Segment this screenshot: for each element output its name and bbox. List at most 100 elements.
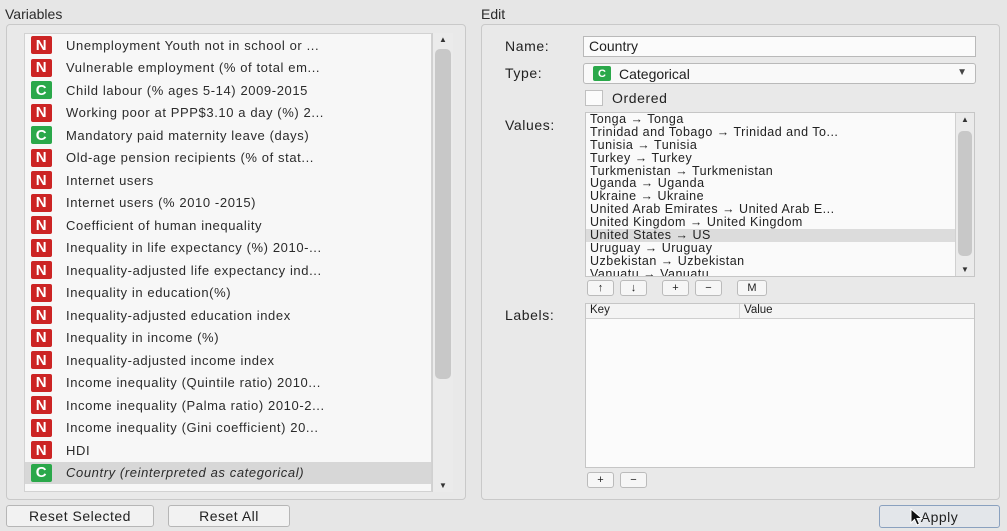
categorical-badge-icon: C xyxy=(31,126,52,145)
variable-label: Vulnerable employment (% of total em... xyxy=(66,60,321,76)
numeric-badge-icon: N xyxy=(31,418,52,437)
variable-label: Mandatory paid maternity leave (days) xyxy=(66,127,310,143)
remove-label-button[interactable]: − xyxy=(620,472,647,488)
categorical-badge-icon: C xyxy=(593,66,611,81)
value-row[interactable]: Vanuatu → Vanuatu xyxy=(586,267,974,276)
scroll-up-arrow-icon[interactable]: ▲ xyxy=(433,35,453,44)
variable-row[interactable]: N Unemployment Youth not in school or ... xyxy=(25,34,431,57)
add-label-button[interactable]: + xyxy=(587,472,614,488)
variables-list[interactable]: N Unemployment Youth not in school or ...… xyxy=(24,33,432,492)
value-row[interactable]: Uzbekistan → Uzbekistan xyxy=(586,254,974,268)
variable-label: Inequality in life expectancy (%) 2010-.… xyxy=(66,240,322,256)
categorical-badge-icon: C xyxy=(31,463,52,482)
value-column-header[interactable]: Value xyxy=(740,304,974,318)
chevron-down-icon: ▼ xyxy=(957,67,967,78)
variable-row[interactable]: N Coefficient of human inequality xyxy=(25,214,431,237)
value-row[interactable]: Trinidad and Tobago → Trinidad and To... xyxy=(586,125,974,139)
variable-label: Child labour (% ages 5-14) 2009-2015 xyxy=(66,82,309,98)
variable-row[interactable]: N Old-age pension recipients (% of stat..… xyxy=(25,147,431,170)
scroll-down-arrow-icon[interactable]: ▼ xyxy=(433,481,453,490)
edit-section-title: Edit xyxy=(481,6,506,22)
labels-table[interactable]: Key Value xyxy=(585,303,975,468)
ordered-checkbox[interactable] xyxy=(585,90,603,106)
variable-label: HDI xyxy=(66,442,91,458)
variable-label: Working poor at PPP$3.10 a day (%) 2... xyxy=(66,105,325,121)
variable-label: Unemployment Youth not in school or ... xyxy=(66,37,320,53)
variable-row[interactable]: C Country (reinterpreted as categorical) xyxy=(25,461,431,484)
add-value-button[interactable]: + xyxy=(662,280,689,296)
variable-label: Internet users (% 2010 -2015) xyxy=(66,195,257,211)
variable-row[interactable]: N Vulnerable employment (% of total em... xyxy=(25,57,431,80)
numeric-badge-icon: N xyxy=(31,216,52,235)
type-value: Categorical xyxy=(619,65,690,82)
numeric-badge-icon: N xyxy=(31,373,52,392)
variable-row[interactable]: N Income inequality (Quintile ratio) 2010… xyxy=(25,372,431,395)
variable-label: Old-age pension recipients (% of stat... xyxy=(66,150,315,166)
variable-row[interactable]: N Inequality-adjusted income index xyxy=(25,349,431,372)
value-row[interactable]: Uruguay → Uruguay xyxy=(586,241,974,255)
value-row[interactable]: Turkey → Turkey xyxy=(586,151,974,165)
apply-button[interactable]: Apply xyxy=(879,505,1000,528)
reset-selected-button[interactable]: Reset Selected xyxy=(6,505,154,527)
numeric-badge-icon: N xyxy=(31,171,52,190)
variable-label: Income inequality (Palma ratio) 2010-2..… xyxy=(66,397,325,413)
numeric-badge-icon: N xyxy=(31,328,52,347)
variables-scrollbar[interactable]: ▲ ▼ xyxy=(432,33,453,492)
type-label: Type: xyxy=(505,65,543,81)
variable-label: Income inequality (Quintile ratio) 2010.… xyxy=(66,375,321,391)
variable-label: Inequality-adjusted income index xyxy=(66,352,275,368)
numeric-badge-icon: N xyxy=(31,351,52,370)
variables-section-title: Variables xyxy=(5,6,63,22)
move-up-button[interactable]: ↑ xyxy=(587,280,614,296)
variable-label: Internet users xyxy=(66,172,154,188)
numeric-badge-icon: N xyxy=(31,193,52,212)
numeric-badge-icon: N xyxy=(31,148,52,167)
values-scroll-down-icon[interactable]: ▼ xyxy=(956,265,974,274)
variable-row[interactable]: N Internet users xyxy=(25,169,431,192)
values-scrollbar[interactable]: ▲ ▼ xyxy=(955,113,974,276)
numeric-badge-icon: N xyxy=(31,441,52,460)
numeric-badge-icon: N xyxy=(31,306,52,325)
variable-label: Income inequality (Gini coefficient) 20.… xyxy=(66,420,319,436)
numeric-badge-icon: N xyxy=(31,261,52,280)
scroll-thumb[interactable] xyxy=(435,49,451,379)
variable-row[interactable]: N Income inequality (Palma ratio) 2010-2.… xyxy=(25,394,431,417)
categorical-badge-icon: C xyxy=(31,81,52,100)
values-scroll-thumb[interactable] xyxy=(958,131,972,256)
variable-label: Inequality-adjusted education index xyxy=(66,307,291,323)
labels-table-header: Key Value xyxy=(586,304,974,319)
numeric-badge-icon: N xyxy=(31,103,52,122)
variable-label: Inequality-adjusted life expectancy ind.… xyxy=(66,262,322,278)
variable-row[interactable]: N Internet users (% 2010 -2015) xyxy=(25,192,431,215)
reset-all-button[interactable]: Reset All xyxy=(168,505,290,527)
value-row[interactable]: Tonga → Tonga xyxy=(586,113,974,126)
values-label: Values: xyxy=(505,117,555,133)
variable-label: Coefficient of human inequality xyxy=(66,217,263,233)
labels-label: Labels: xyxy=(505,307,555,323)
variable-row[interactable]: N Inequality in income (%) xyxy=(25,327,431,350)
variable-row[interactable]: N Inequality-adjusted life expectancy ind… xyxy=(25,259,431,282)
variable-row[interactable]: C Mandatory paid maternity leave (days) xyxy=(25,124,431,147)
variable-label: Inequality in education(%) xyxy=(66,285,232,301)
remove-value-button[interactable]: − xyxy=(695,280,722,296)
type-combo[interactable]: C Categorical ▼ xyxy=(583,63,976,84)
values-scroll-up-icon[interactable]: ▲ xyxy=(956,115,974,124)
numeric-badge-icon: N xyxy=(31,36,52,55)
variable-row[interactable]: N Working poor at PPP$3.10 a day (%) 2... xyxy=(25,102,431,125)
key-column-header[interactable]: Key xyxy=(586,304,740,318)
variable-row[interactable]: N Inequality in life expectancy (%) 2010-… xyxy=(25,237,431,260)
move-down-button[interactable]: ↓ xyxy=(620,280,647,296)
value-row[interactable]: Tunisia → Tunisia xyxy=(586,138,974,152)
variable-row[interactable]: N Inequality in education(%) xyxy=(25,282,431,305)
value-row[interactable]: United States → US xyxy=(586,229,974,242)
values-list[interactable]: Tonga → Tonga Trinidad and Tobago → Trini… xyxy=(585,112,975,277)
numeric-badge-icon: N xyxy=(31,58,52,77)
name-field[interactable]: Country xyxy=(583,36,976,57)
variable-row[interactable]: N Income inequality (Gini coefficient) 20… xyxy=(25,417,431,440)
variable-row[interactable]: N HDI xyxy=(25,439,431,462)
numeric-badge-icon: N xyxy=(31,238,52,257)
merge-button[interactable]: M xyxy=(737,280,767,296)
variable-row[interactable]: N Inequality-adjusted education index xyxy=(25,304,431,327)
variable-label: Country (reinterpreted as categorical) xyxy=(66,465,305,481)
variable-row[interactable]: C Child labour (% ages 5-14) 2009-2015 xyxy=(25,79,431,102)
